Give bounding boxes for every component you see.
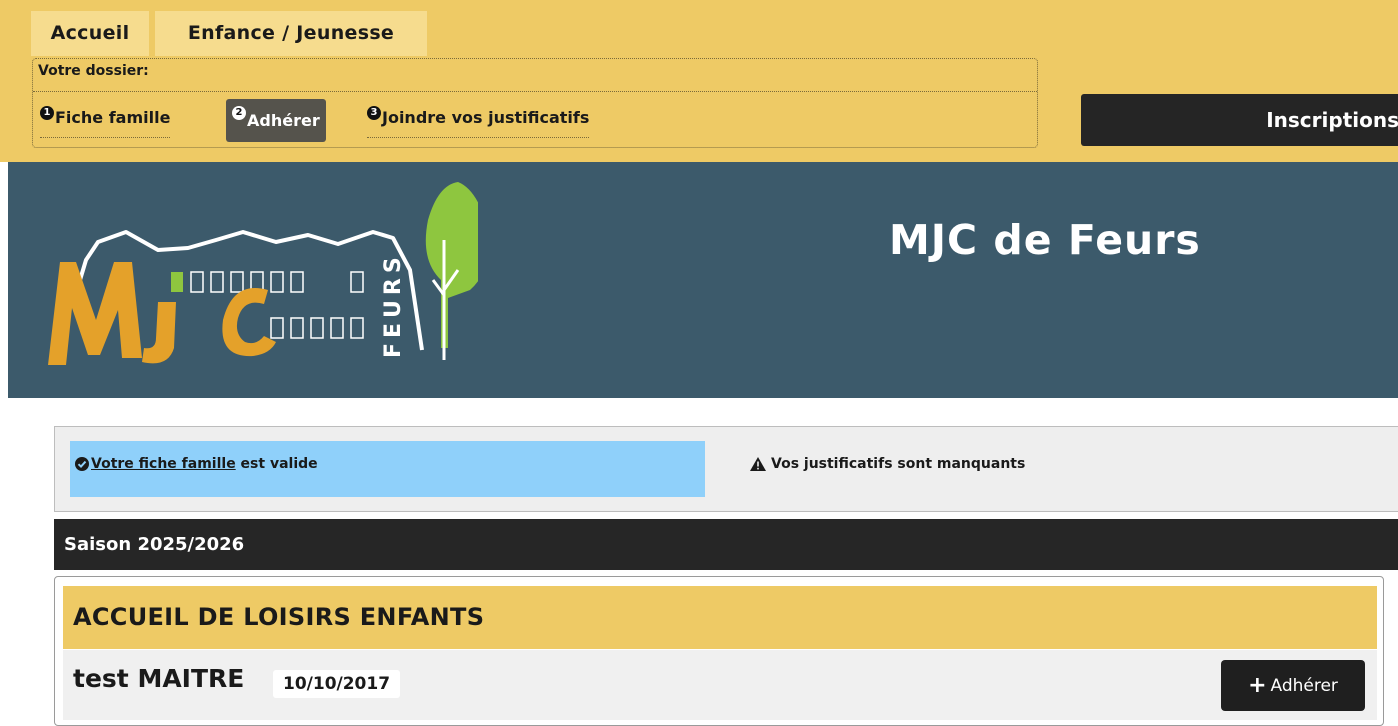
step-number-3-icon: 3 [367,106,381,120]
warning-triangle-icon [750,457,766,471]
activity-card: ACCUEIL DE LOISIRS ENFANTS test MAITRE 1… [54,576,1384,726]
top-navigation-bar: Accueil Enfance / Jeunesse Votre dossier… [0,0,1398,162]
step-number-2-icon: 2 [232,106,246,120]
step-fiche-famille[interactable]: 1 Fiche famille [40,99,171,138]
warning-text: Vos justificatifs sont manquants [771,456,1026,472]
site-title: MJC de Feurs [889,216,1201,264]
logo-feurs-text: FEURS [381,252,406,358]
adherer-button[interactable]: + Adhérer [1221,660,1365,711]
dossier-label: Votre dossier: [38,63,149,79]
child-row: test MAITRE 10/10/2017 + Adhérer [63,650,1377,720]
justificatifs-warning: Vos justificatifs sont manquants [750,441,1025,487]
dossier-status-panel: Votre fiche famille est valide Vos justi… [54,426,1398,512]
tab-enfance-jeunesse[interactable]: Enfance / Jeunesse [155,11,427,56]
adherer-label: Adhérer [1270,676,1338,696]
fiche-valid-notice: Votre fiche famille est valide [70,441,705,497]
step-number-1-icon: 1 [40,106,54,120]
child-birthdate-badge: 10/10/2017 [273,670,401,698]
activity-title: ACCUEIL DE LOISIRS ENFANTS [63,586,1377,649]
season-header: Saison 2025/2026 [54,519,1398,570]
dossier-steps-panel: Votre dossier: 1 Fiche famille 2 Adhérer 3… [32,58,1038,148]
inscriptions-button[interactable]: Inscriptions [1081,94,1398,146]
fiche-famille-link[interactable]: Votre fiche famille [91,456,236,472]
fiche-valid-text: est valide [235,456,318,472]
step-adherer[interactable]: 2 Adhérer [226,99,326,142]
step-label: Joindre vos justificatifs [382,108,590,127]
child-name: test MAITRE [73,664,245,693]
divider [33,91,1037,92]
plus-icon: + [1248,673,1267,698]
step-label: Fiche famille [55,108,171,127]
check-circle-icon [75,457,89,471]
step-joindre-justificatifs[interactable]: 3 Joindre vos justificatifs [367,99,590,138]
tab-accueil[interactable]: Accueil [31,11,149,56]
step-label: Adhérer [247,111,320,130]
mjc-logo[interactable]: FEURS [38,180,478,370]
site-banner: FEURS MJC de Feurs [8,162,1398,398]
